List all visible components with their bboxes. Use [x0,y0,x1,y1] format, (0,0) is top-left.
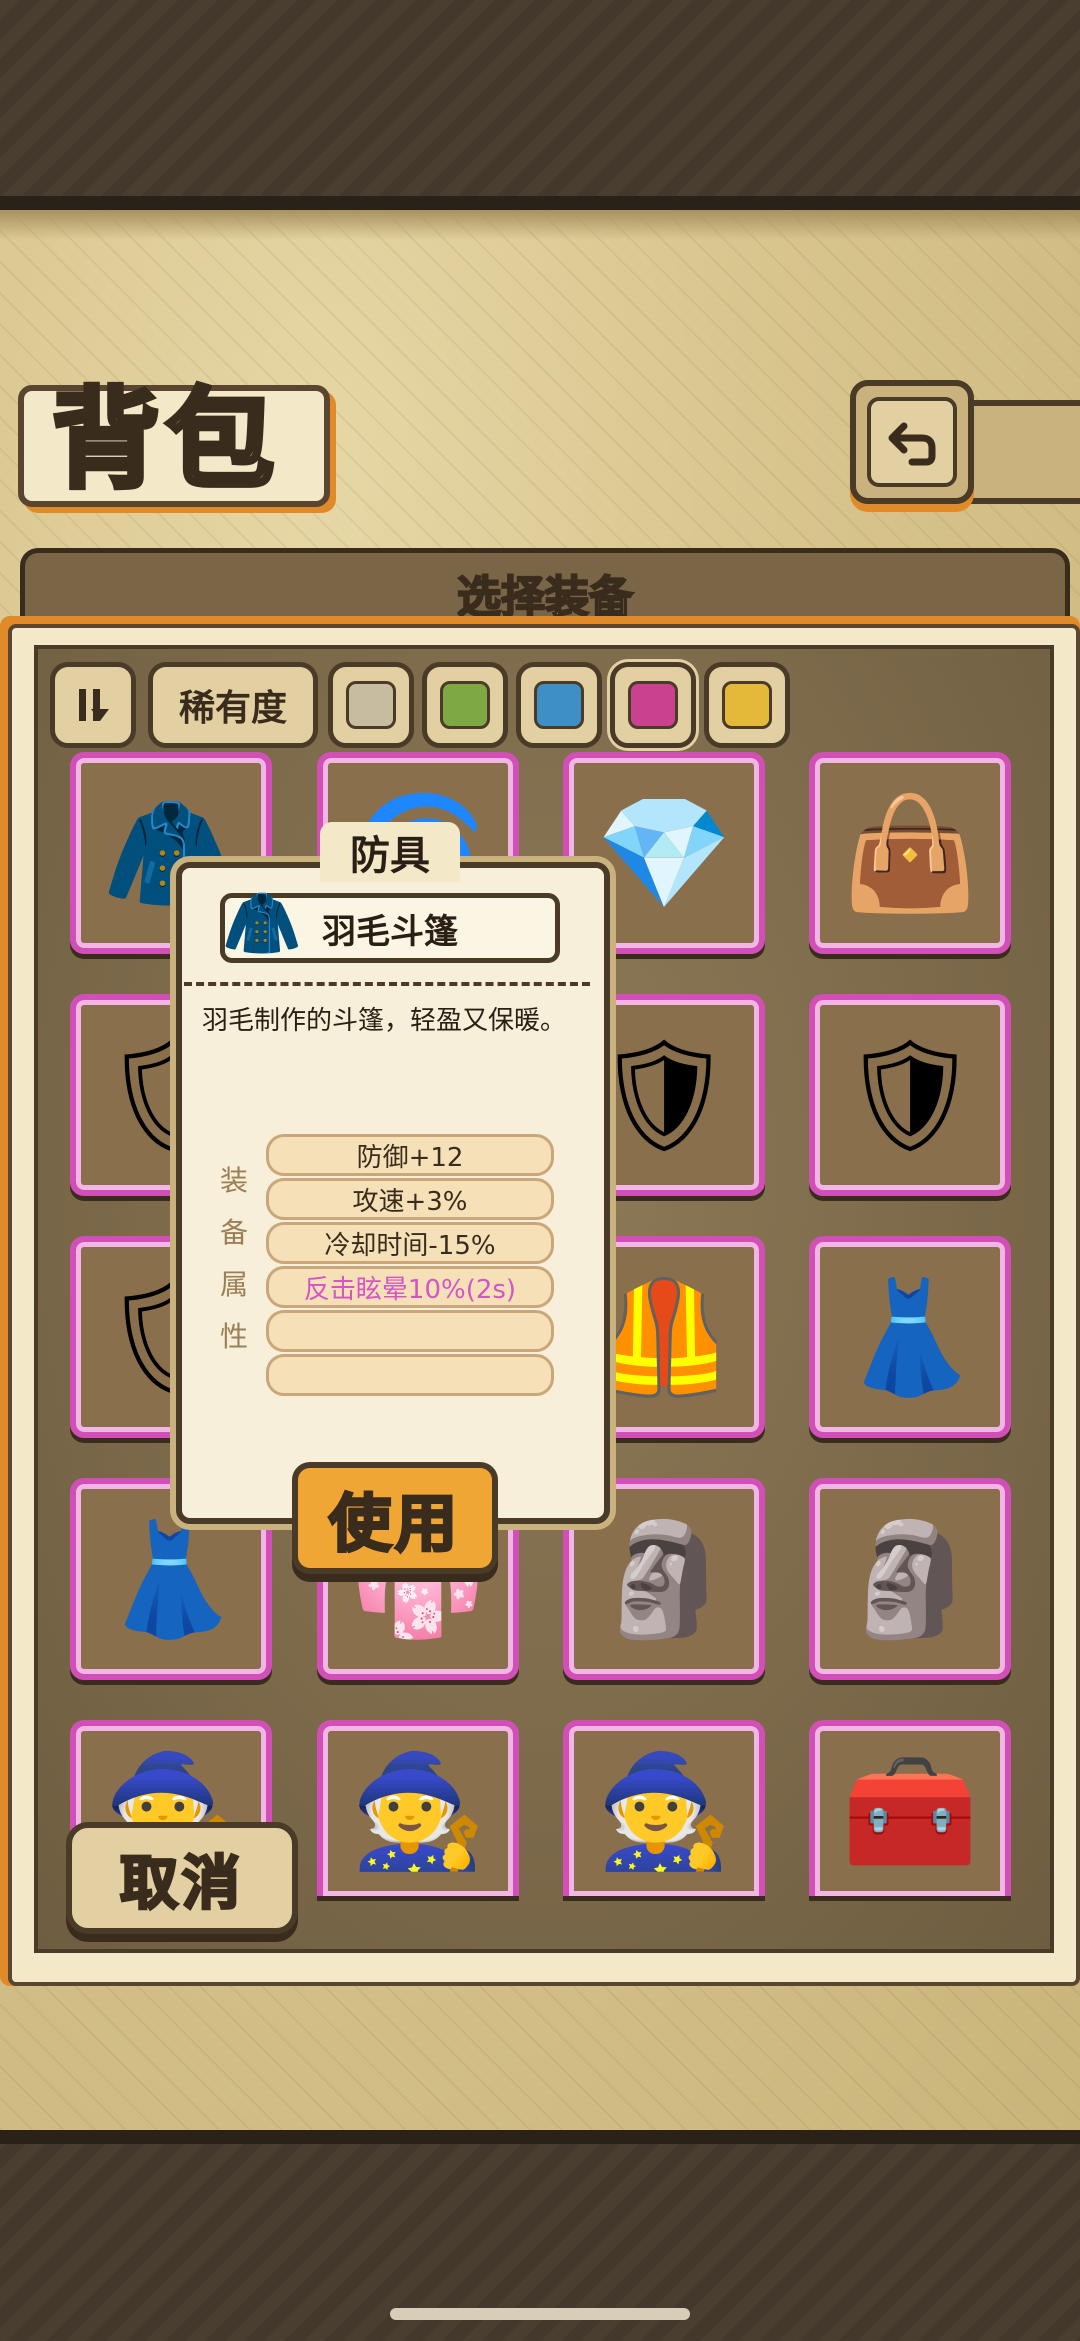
equipment-slot[interactable]: 🧙 [563,1720,765,1896]
equipment-slot[interactable]: 🧙 [317,1720,519,1896]
page-title: 背包 [49,375,281,506]
top-wood-band [0,0,1080,210]
pink-shield-icon: 🛡 [840,1031,980,1159]
attr-title-char: 属 [219,1268,248,1301]
attr-title-char: 性 [219,1320,248,1353]
pink-shield-icon: 🛡 [594,1031,734,1159]
attribute-slot: 防御+12 [266,1134,554,1176]
back-button-tail [962,400,1080,504]
pharaoh-mask-icon: 🗿 [841,1515,979,1643]
swatch-color [346,681,396,729]
rarity-filter-blue[interactable] [516,662,602,748]
attribute-heading: 装 备 属 性 [214,1155,254,1363]
sort-toggle-icon [79,689,109,721]
use-button[interactable]: 使用 [292,1462,498,1574]
rarity-filter-gold[interactable] [704,662,790,748]
return-arrow-icon [888,422,936,466]
equipment-slot[interactable]: 🗿 [809,1478,1011,1680]
feather-cloak-icon: 🧥 [222,887,302,961]
rarity-filter-purple[interactable] [610,662,696,748]
back-button[interactable] [850,380,974,504]
tooltip-divider [184,982,590,986]
maid-outfit-icon: 👗 [841,1273,979,1401]
maid-outfit-icon: 👗 [102,1515,240,1643]
tote-bag-icon: 👜 [841,789,979,917]
swatch-color [440,681,490,729]
swatch-color [628,681,678,729]
dark-robe-icon: 🧙 [349,1747,487,1875]
attr-title-char: 装 [219,1164,248,1197]
dark-armor-icon: 🦺 [595,1273,733,1401]
dark-robe-icon: 🧙 [595,1747,733,1875]
equipment-slot[interactable]: 👜 [809,752,1011,954]
swatch-color [534,681,584,729]
equipment-slot[interactable]: 🧰 [809,1720,1011,1896]
equipment-slot[interactable]: 👗 [809,1236,1011,1438]
tooltip-description: 羽毛制作的斗篷，轻盈又保暖。 [202,1006,567,1036]
pharaoh-mask-icon: 🗿 [595,1515,733,1643]
attribute-slot-empty [266,1354,554,1396]
home-indicator[interactable] [390,2308,690,2320]
rarity-filter-gray[interactable] [328,662,414,748]
attr-title-char: 备 [219,1216,248,1249]
equipment-slot[interactable]: 🛡 [809,994,1011,1196]
rarity-filter-green[interactable] [422,662,508,748]
cancel-button[interactable]: 取消 [66,1822,298,1934]
attribute-slot: 冷却时间-15% [266,1222,554,1264]
attribute-slot-empty [266,1310,554,1352]
sort-button[interactable] [50,662,136,748]
attribute-slot: 攻速+3% [266,1178,554,1220]
swatch-color [722,681,772,729]
crystal-gauntlets-icon: 💎 [595,789,733,917]
first-aid-box-icon: 🧰 [841,1747,979,1875]
attribute-slot-special: 反击眩晕10%(2s) [266,1266,554,1308]
tooltip-category: 防具 [320,822,460,882]
rarity-sort-button[interactable]: 稀有度 [148,662,318,748]
